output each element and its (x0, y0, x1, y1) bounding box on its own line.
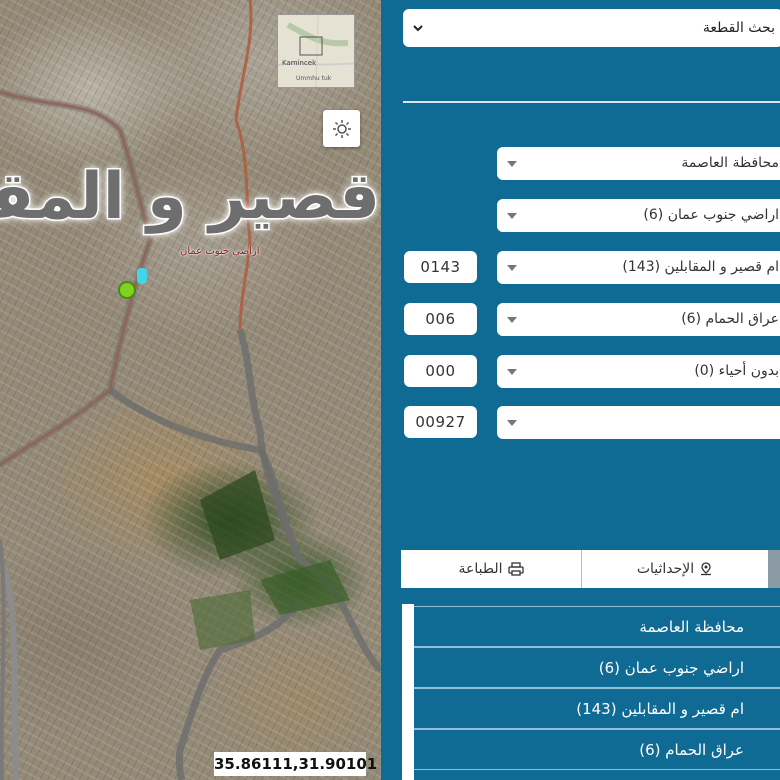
basemap-toggle-button[interactable] (323, 110, 360, 147)
location-pin-marker[interactable] (137, 268, 147, 284)
governorate-select[interactable]: محافظة العاصمة (497, 147, 780, 180)
neighborhood-select[interactable]: بدون أحياء (0) (497, 355, 780, 388)
directorate-select[interactable]: اراضي جنوب عمان (6) (497, 199, 780, 232)
list-item[interactable]: ام قصير و المقابلين (143) (414, 688, 780, 729)
search-type-select[interactable]: بحث القطعة (403, 9, 780, 47)
results-scrollbar[interactable] (402, 604, 414, 780)
basin-code-field[interactable]: 006 (404, 303, 477, 335)
chevron-down-icon (413, 25, 423, 32)
parcel-select[interactable] (497, 406, 780, 439)
minimap-label: Ummhu tuk (296, 75, 332, 82)
village-code-field[interactable]: 0143 (404, 251, 477, 283)
results-list: محافظة العاصمة اراضي جنوب عمان (6) ام قص… (402, 604, 780, 780)
list-item[interactable]: محافظة العاصمة (414, 606, 780, 647)
result-tabs: الطباعة الإحداثيات (401, 550, 780, 588)
field-area (260, 560, 350, 615)
caret-down-icon (507, 420, 517, 426)
parcel-marker[interactable] (118, 281, 136, 299)
tab-print-label: الطباعة (458, 561, 503, 577)
map-view[interactable]: قصير و المقابلين اراضي جنوب عمان Kamince… (0, 0, 381, 780)
list-item[interactable]: اراضي جنوب عمان (6) (414, 647, 780, 688)
parcel-number-field[interactable]: 00927 (404, 406, 477, 438)
printer-icon (507, 562, 524, 576)
list-item-label: محافظة العاصمة (639, 618, 744, 636)
map-small-label: اراضي جنوب عمان (180, 246, 260, 257)
list-item-label: عراق الحمام (6) (639, 741, 744, 759)
basin-select[interactable]: عراق الحمام (6) (497, 303, 780, 336)
sun-icon (332, 119, 351, 138)
tab-coordinates[interactable]: الإحداثيات (582, 550, 768, 588)
map-district-label: قصير و المقابلين (0, 159, 381, 236)
tab-coordinates-label: الإحداثيات (636, 561, 695, 577)
village-value: ام قصير و المقابلين (143) (622, 259, 779, 275)
list-item-label: ام قصير و المقابلين (143) (576, 700, 744, 718)
minimap-label: Kamincek (282, 59, 317, 67)
caret-down-icon (507, 161, 517, 167)
caret-down-icon (507, 317, 517, 323)
caret-down-icon (507, 265, 517, 271)
caret-down-icon (507, 369, 517, 375)
district-boundary (0, 88, 154, 468)
search-type-value: بحث القطعة (702, 20, 775, 36)
caret-down-icon (507, 213, 517, 219)
village-select[interactable]: ام قصير و المقابلين (143) (497, 251, 780, 284)
directorate-value: اراضي جنوب عمان (6) (643, 207, 779, 223)
governorate-value: محافظة العاصمة (681, 155, 779, 171)
neighborhood-value: بدون أحياء (0) (694, 363, 779, 379)
list-item-label: اراضي جنوب عمان (6) (598, 659, 744, 677)
overview-minimap[interactable]: Kamincek Ummhu tuk (277, 14, 355, 88)
coordinates-readout: 35.86111,31.90101 (214, 752, 377, 776)
tab-active-indicator[interactable] (768, 550, 780, 588)
neighborhood-code-field[interactable]: 000 (404, 355, 477, 387)
section-divider (403, 101, 780, 103)
search-panel: بحث القطعة محافظة العاصمة اراضي جنوب عما… (396, 0, 780, 780)
basin-value: عراق الحمام (6) (681, 311, 779, 327)
highway-line (0, 539, 6, 780)
map-pin-icon (701, 562, 712, 576)
field-area (200, 470, 275, 560)
tab-print[interactable]: الطباعة (401, 550, 581, 588)
list-item[interactable]: عراق الحمام (6) (414, 729, 780, 770)
field-area (190, 590, 255, 650)
